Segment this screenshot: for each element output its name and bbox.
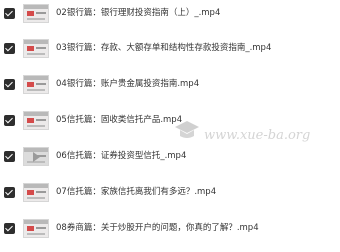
- checkbox-checked[interactable]: [4, 43, 15, 54]
- file-row[interactable]: 08券商篇：关于炒股开户的问题，你真的了解？.mp4: [0, 215, 340, 245]
- graduation-cap-icon: [175, 121, 199, 138]
- checkbox-checked[interactable]: [4, 115, 15, 126]
- video-thumbnail: [23, 147, 49, 166]
- checkbox-checked[interactable]: [4, 151, 15, 162]
- file-name[interactable]: 08券商篇：关于炒股开户的问题，你真的了解？.mp4: [56, 221, 259, 233]
- checkbox-checked[interactable]: [4, 187, 15, 198]
- file-row[interactable]: 04银行篇：账户贵金属投资指南.mp4: [0, 71, 340, 101]
- video-thumbnail: [23, 111, 49, 130]
- checkbox-checked[interactable]: [4, 223, 15, 234]
- file-name[interactable]: 04银行篇：账户贵金属投资指南.mp4: [56, 77, 199, 89]
- video-thumbnail: [23, 183, 49, 202]
- checkbox-checked[interactable]: [4, 79, 15, 90]
- video-thumbnail: [23, 75, 49, 94]
- file-list: 02银行篇：银行理财投资指南（上）_.mp4 03银行篇：存款、大额存单和结构性…: [0, 0, 340, 252]
- file-name[interactable]: 05信托篇：固收类信托产品.mp4: [56, 113, 182, 125]
- watermark-text: www.xue-ba.org: [204, 128, 311, 143]
- file-row[interactable]: 03银行篇：存款、大额存单和结构性存款投资指南_.mp4: [0, 35, 340, 65]
- file-row[interactable]: 02银行篇：银行理财投资指南（上）_.mp4: [0, 0, 340, 30]
- checkbox-checked[interactable]: [4, 8, 15, 19]
- video-thumbnail: [23, 4, 49, 23]
- file-row[interactable]: 06信托篇：证券投资型信托_.mp4: [0, 143, 340, 173]
- file-name[interactable]: 03银行篇：存款、大额存单和结构性存款投资指南_.mp4: [56, 41, 271, 53]
- play-icon: [33, 152, 40, 162]
- video-thumbnail: [23, 39, 49, 58]
- video-thumbnail: [23, 219, 49, 238]
- file-name[interactable]: 07信托篇：家族信托离我们有多远？.mp4: [56, 185, 216, 197]
- file-name[interactable]: 02银行篇：银行理财投资指南（上）_.mp4: [56, 6, 220, 18]
- file-name[interactable]: 06信托篇：证券投资型信托_.mp4: [56, 149, 186, 161]
- file-row[interactable]: 07信托篇：家族信托离我们有多远？.mp4: [0, 179, 340, 209]
